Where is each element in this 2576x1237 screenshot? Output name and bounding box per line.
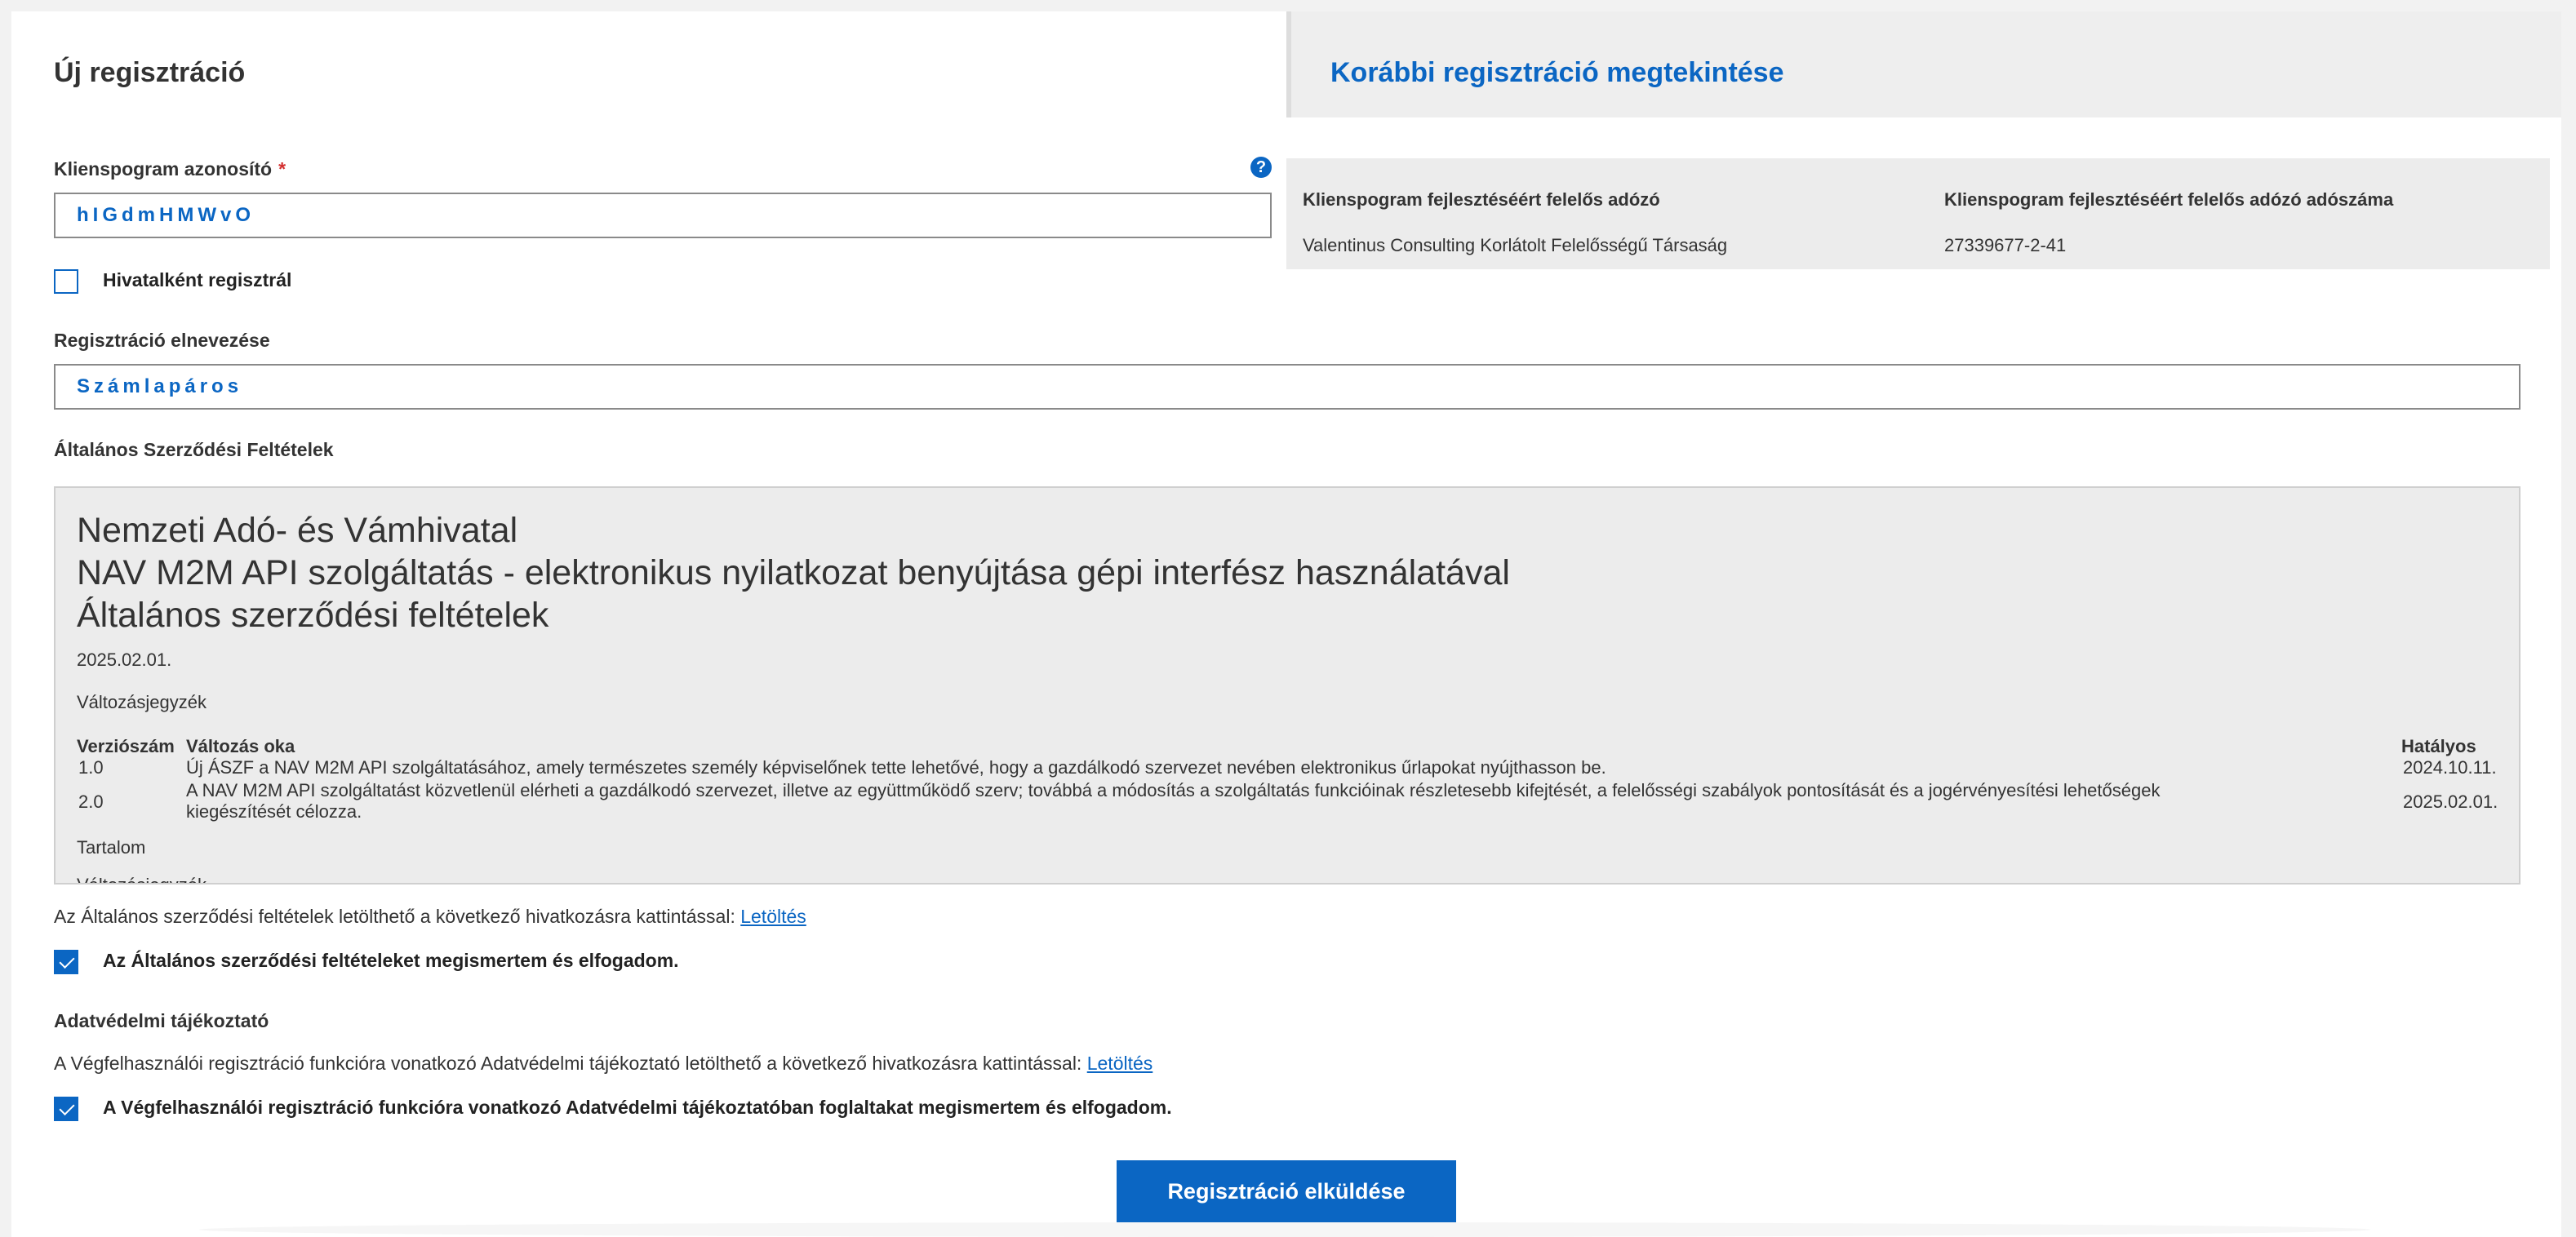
developer-tax-number-header: Klienspogram fejlesztéséért felelős adóz… — [1944, 189, 2394, 210]
terms-changelog-heading: Változásjegyzék — [77, 692, 207, 712]
required-mark: * — [278, 158, 286, 180]
terms-accept-label: Az Általános szerződési feltételeket meg… — [103, 950, 679, 971]
terms-col-effective: Hatályos — [2401, 736, 2476, 756]
table-row-reason-cont: kiegészítését célozza. — [186, 801, 362, 822]
table-row-effective: 2024.10.11. — [2403, 757, 2497, 778]
privacy-download-prefix: A Végfelhasználói regisztráció funkcióra… — [54, 1053, 1087, 1074]
client-program-label: Klienspogram azonosító * — [54, 158, 286, 180]
developer-tax-number-value: 27339677-2-41 — [1944, 235, 2067, 255]
registration-card: Új regisztráció Korábbi regisztráció meg… — [11, 11, 2561, 1237]
terms-title-line2: NAV M2M API szolgáltatás - elektronikus … — [77, 553, 1510, 592]
tab-previous-registration-label: Korábbi regisztráció megtekintése — [1330, 57, 1784, 88]
terms-scroll-box[interactable]: Nemzeti Adó- és Vámhivatal NAV M2M API s… — [54, 486, 2520, 885]
terms-title-line1: Nemzeti Adó- és Vámhivatal — [77, 511, 518, 550]
privacy-download-link[interactable]: Letöltés — [1087, 1053, 1153, 1074]
developer-taxpayer-header: Klienspogram fejlesztéséért felelős adóz… — [1303, 189, 1660, 210]
tab-new-registration-label: Új regisztráció — [54, 57, 246, 88]
terms-download-link[interactable]: Letöltés — [740, 906, 806, 927]
table-row-effective: 2025.02.01. — [2403, 791, 2498, 812]
submit-registration-button[interactable]: Regisztráció elküldése — [1117, 1160, 1456, 1222]
terms-title-line3: Általános szerződési feltételek — [77, 596, 549, 635]
registration-name-input[interactable] — [54, 364, 2520, 410]
table-row-version: 2.0 — [78, 791, 104, 812]
terms-col-version: Verziószám — [77, 736, 175, 756]
developer-taxpayer-value: Valentinus Consulting Korlátolt Felelőss… — [1303, 235, 1728, 255]
terms-download-prefix: Az Általános szerződési feltételek letöl… — [54, 906, 741, 927]
terms-changelog-repeat: Változásjegyzék — [77, 875, 207, 883]
developer-info-panel: Klienspogram fejlesztéséért felelős adóz… — [1286, 158, 2550, 269]
registration-name-label: Regisztráció elnevezése — [54, 330, 270, 351]
terms-col-reason: Változás oka — [186, 736, 295, 756]
tab-previous-registration[interactable]: Korábbi regisztráció megtekintése — [1286, 11, 2561, 117]
terms-section-label: Általános Szerződési Feltételek — [54, 439, 334, 460]
table-row-reason: Új ÁSZF a NAV M2M API szolgáltatásához, … — [186, 757, 1606, 778]
privacy-accept-label: A Végfelhasználói regisztráció funkcióra… — [103, 1097, 1172, 1118]
privacy-download-text: A Végfelhasználói regisztráció funkcióra… — [54, 1053, 1153, 1075]
footer-shadow — [199, 1222, 2370, 1237]
client-program-input[interactable] — [54, 193, 1272, 238]
table-row-version: 1.0 — [78, 757, 104, 778]
privacy-label: Adatvédelmi tájékoztató — [54, 1010, 269, 1031]
official-checkbox[interactable] — [54, 269, 78, 294]
terms-accept-checkbox[interactable] — [54, 950, 78, 974]
table-row-reason: A NAV M2M API szolgáltatást közvetlenül … — [186, 780, 2161, 800]
help-icon[interactable]: ? — [1250, 157, 1272, 178]
privacy-accept-checkbox[interactable] — [54, 1097, 78, 1121]
client-program-label-text: Klienspogram azonosító — [54, 158, 273, 180]
terms-download-text: Az Általános szerződési feltételek letöl… — [54, 906, 806, 928]
official-checkbox-label: Hivatalként regisztrál — [103, 269, 292, 290]
terms-contents-heading: Tartalom — [77, 837, 146, 858]
terms-date: 2025.02.01. — [77, 650, 172, 670]
tab-new-registration[interactable]: Új regisztráció — [11, 11, 1286, 117]
